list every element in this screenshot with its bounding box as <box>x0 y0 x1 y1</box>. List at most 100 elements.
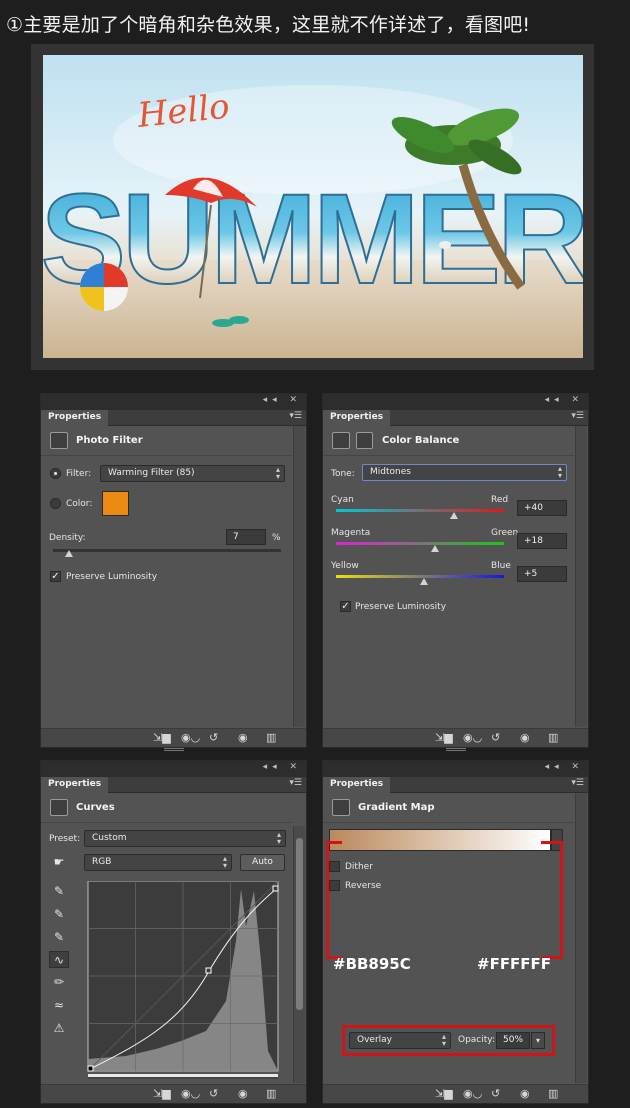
panel-menu-icon[interactable]: ▾☰ <box>289 411 302 421</box>
panel-scrollbar[interactable] <box>575 793 587 1083</box>
panel-menu-icon[interactable]: ▾☰ <box>289 778 302 788</box>
density-field[interactable]: 7 <box>226 529 266 545</box>
black-point-eyedropper-icon[interactable]: ✎ <box>49 883 69 900</box>
tab-properties[interactable]: Properties <box>323 410 391 426</box>
reset-icon[interactable]: ↺ <box>209 1088 218 1100</box>
clip-to-layer-icon[interactable]: ⇲▆ <box>435 1088 453 1100</box>
photo-filter-panel: ◂◂ ✕ Properties ▾☰ Photo Filter Filter: … <box>40 393 307 751</box>
panel-scrollbar[interactable] <box>293 426 305 727</box>
clip-to-layer-icon[interactable]: ⇲▆ <box>153 1088 171 1100</box>
tab-properties[interactable]: Properties <box>41 777 109 793</box>
tone-label: Tone: <box>331 469 355 479</box>
blend-mode-select[interactable]: Overlay ▴ ▾ <box>349 1032 451 1049</box>
panel-header: Curves <box>41 793 292 823</box>
smooth-curve-icon[interactable]: ≈ <box>49 997 69 1014</box>
opacity-dropdown-arrow[interactable]: ▾ <box>531 1032 545 1049</box>
balance-left-label: Magenta <box>331 528 371 538</box>
panel-footer: ⇲▆ ◉◡ ↺ ◉ ▥ <box>41 1084 306 1103</box>
clipping-warning-icon[interactable]: ⚠ <box>49 1020 69 1037</box>
color-balance-panel: ◂◂ ✕ Properties ▾☰ Color Balance Tone: M… <box>322 393 589 751</box>
channel-select[interactable]: RGB ▴ ▾ <box>84 854 232 871</box>
panel-menu-icon[interactable]: ▾☰ <box>571 411 584 421</box>
reset-icon[interactable]: ↺ <box>209 732 218 744</box>
scroll-thumb[interactable] <box>296 838 303 1010</box>
balance-value-field[interactable]: +5 <box>517 566 567 582</box>
visibility-eye-icon[interactable]: ◉ <box>238 732 248 744</box>
balance-left-label: Cyan <box>331 495 354 505</box>
color-radio[interactable] <box>50 498 61 509</box>
pencil-draw-icon[interactable]: ✏ <box>49 974 69 991</box>
preserve-luminosity-label: Preserve Luminosity <box>355 602 447 612</box>
collapse-close-icons[interactable]: ◂◂ ✕ <box>263 762 302 772</box>
view-previous-state-icon[interactable]: ◉◡ <box>463 732 482 744</box>
opacity-field[interactable]: 50% <box>496 1032 530 1049</box>
collapse-close-icons[interactable]: ◂◂ ✕ <box>545 395 584 405</box>
collapse-close-icons[interactable]: ◂◂ ✕ <box>545 762 584 772</box>
delete-trash-icon[interactable]: ▥ <box>266 1088 276 1100</box>
view-previous-state-icon[interactable]: ◉◡ <box>181 1088 200 1100</box>
balance-value-field[interactable]: +18 <box>517 533 567 549</box>
view-previous-state-icon[interactable]: ◉◡ <box>181 732 200 744</box>
preserve-luminosity-checkbox[interactable]: ✓ <box>50 571 61 582</box>
panel-footer: ⇲▆ ◉◡ ↺ ◉ ▥ <box>323 728 588 751</box>
clip-to-layer-icon[interactable]: ⇲▆ <box>435 732 453 744</box>
preset-select[interactable]: Custom ▴ ▾ <box>84 830 286 847</box>
reset-icon[interactable]: ↺ <box>491 732 500 744</box>
panel-topbar: ◂◂ ✕ <box>323 394 588 410</box>
color-label: Color: <box>66 499 93 509</box>
target-adjust-hand-icon[interactable]: ☛ <box>49 854 69 871</box>
visibility-eye-icon[interactable]: ◉ <box>238 1088 248 1100</box>
balance-right-label: Blue <box>491 561 511 571</box>
resize-grip[interactable] <box>163 748 184 751</box>
balance-slider-thumb[interactable] <box>431 545 440 552</box>
annotation-bracket-right <box>541 841 563 959</box>
density-slider-thumb[interactable] <box>64 550 73 557</box>
preserve-luminosity-checkbox[interactable]: ✓ <box>340 601 351 612</box>
filter-radio[interactable] <box>50 468 61 479</box>
auto-button[interactable]: Auto <box>240 854 285 871</box>
panel-tabrow: Properties ▾☰ <box>323 777 588 793</box>
color-swatch[interactable] <box>102 491 129 516</box>
resize-grip[interactable] <box>445 748 466 751</box>
density-slider[interactable] <box>53 549 281 552</box>
dither-label: Dither <box>345 862 373 872</box>
clip-to-layer-icon[interactable]: ⇲▆ <box>153 732 171 744</box>
preset-label: Preset: <box>49 834 81 844</box>
filter-label: Filter: <box>66 469 92 479</box>
panel-topbar: ◂◂ ✕ <box>41 761 306 777</box>
panel-footer: ⇲▆ ◉◡ ↺ ◉ ▥ <box>41 728 306 751</box>
balance-left-label: Yellow <box>331 561 359 571</box>
panel-scrollbar[interactable] <box>293 826 305 1083</box>
curves-graph[interactable] <box>86 881 280 1081</box>
delete-trash-icon[interactable]: ▥ <box>548 1088 558 1100</box>
delete-trash-icon[interactable]: ▥ <box>266 732 276 744</box>
curve-point-tool-icon[interactable]: ∿ <box>49 951 69 968</box>
gray-point-eyedropper-icon[interactable]: ✎ <box>49 906 69 923</box>
panel-title: Color Balance <box>382 435 460 446</box>
balance-slider[interactable] <box>336 542 504 545</box>
panel-menu-icon[interactable]: ▾☰ <box>571 778 584 788</box>
visibility-eye-icon[interactable]: ◉ <box>520 1088 530 1100</box>
balance-value-field[interactable]: +40 <box>517 500 567 516</box>
visibility-eye-icon[interactable]: ◉ <box>520 732 530 744</box>
density-unit: % <box>272 533 281 543</box>
panel-header: Photo Filter <box>41 426 292 456</box>
tab-properties[interactable]: Properties <box>323 777 391 793</box>
tab-properties[interactable]: Properties <box>41 410 109 426</box>
filter-select[interactable]: Warming Filter (85) ▴ ▾ <box>100 465 285 482</box>
tone-select[interactable]: Midtones ▴ ▾ <box>362 464 567 481</box>
balance-slider[interactable] <box>336 509 504 512</box>
balance-slider-thumb[interactable] <box>420 578 429 585</box>
preview-frame: SUMMER Hello <box>31 44 594 370</box>
panel-scrollbar[interactable] <box>575 426 587 727</box>
opacity-label: Opacity: <box>458 1035 495 1045</box>
balance-slider-thumb[interactable] <box>449 512 458 519</box>
layer-mask-icon <box>356 432 373 449</box>
panel-title: Curves <box>76 802 115 813</box>
view-previous-state-icon[interactable]: ◉◡ <box>463 1088 482 1100</box>
gradient-preview-bar[interactable] <box>329 829 551 851</box>
white-point-eyedropper-icon[interactable]: ✎ <box>49 929 69 946</box>
collapse-close-icons[interactable]: ◂◂ ✕ <box>263 395 302 405</box>
delete-trash-icon[interactable]: ▥ <box>548 732 558 744</box>
reset-icon[interactable]: ↺ <box>491 1088 500 1100</box>
